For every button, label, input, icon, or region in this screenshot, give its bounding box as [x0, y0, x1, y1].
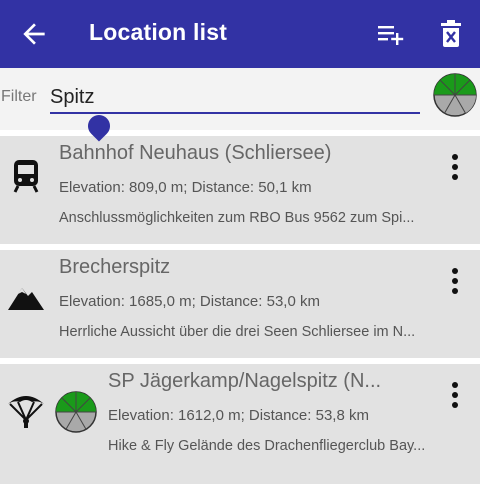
location-description: Herrliche Aussicht über die drei Seen Sc… — [59, 324, 416, 340]
mountain-icon — [8, 288, 44, 310]
paraglider-icon — [8, 396, 44, 428]
location-info: Elevation: 809,0 m; Distance: 50,1 km — [59, 179, 312, 196]
filter-label: Filter — [1, 88, 37, 105]
playlist-add-icon[interactable] — [376, 20, 406, 48]
page-title: Location list — [89, 19, 228, 45]
pie-filter-icon[interactable] — [432, 72, 478, 118]
app-bar: Location list — [0, 0, 480, 68]
filter-bar: Filter — [0, 68, 480, 130]
location-info: Elevation: 1685,0 m; Distance: 53,0 km — [59, 293, 320, 310]
location-name: Bahnhof Neuhaus (Schliersee) — [59, 142, 332, 164]
filter-input[interactable] — [50, 82, 420, 114]
arrow-left-icon[interactable] — [18, 18, 50, 50]
list-item[interactable]: Brecherspitz Elevation: 1685,0 m; Distan… — [0, 250, 480, 358]
pie-status-icon — [55, 391, 97, 433]
location-description: Anschlussmöglichkeiten zum RBO Bus 9562 … — [59, 210, 415, 226]
list-item[interactable]: Bahnhof Neuhaus (Schliersee) Elevation: … — [0, 136, 480, 244]
train-icon — [13, 160, 39, 193]
location-description: Hike & Fly Gelände des Drachenfliegerclu… — [108, 438, 426, 454]
more-options-icon[interactable] — [446, 382, 464, 412]
list-item[interactable]: SP Jägerkamp/Nagelspitz (N... Elevation:… — [0, 364, 480, 484]
location-name: SP Jägerkamp/Nagelspitz (N... — [108, 370, 382, 392]
location-name: Brecherspitz — [59, 256, 171, 278]
more-options-icon[interactable] — [446, 154, 464, 184]
location-info: Elevation: 1612,0 m; Distance: 53,8 km — [108, 407, 369, 424]
trash-icon[interactable] — [438, 20, 464, 48]
more-options-icon[interactable] — [446, 268, 464, 298]
